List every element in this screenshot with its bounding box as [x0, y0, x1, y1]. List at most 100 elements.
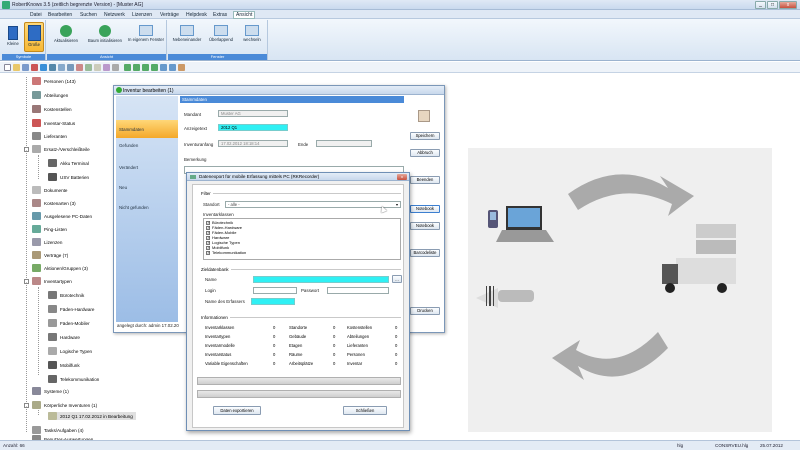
print-icon[interactable] [58, 64, 65, 71]
nav-up-icon[interactable] [160, 64, 167, 71]
abbruch-button[interactable]: Abbruch [410, 149, 440, 157]
preview-icon[interactable] [67, 64, 74, 71]
tree-item-systeme[interactable]: Systeme (1) [32, 387, 69, 395]
anzeigetext-field[interactable]: 2012 Q1 [218, 124, 288, 131]
tree-item-faeden-mobiler[interactable]: Fäden-Mobiler [48, 319, 90, 327]
nav-next-icon[interactable] [142, 64, 149, 71]
minimize-button[interactable]: _ [755, 1, 766, 9]
daten-exportieren-button[interactable]: Daten exportieren [213, 406, 261, 415]
nav-nicht-gefunden[interactable]: Nicht gefunden [119, 205, 149, 210]
nav-down-icon[interactable] [169, 64, 176, 71]
schliessen-button[interactable]: Schließen [343, 406, 387, 415]
tree-item-kostenarten[interactable]: Kostenarten (3) [32, 199, 76, 207]
tree-item-ping-listen[interactable]: Ping-Listen [32, 225, 67, 233]
tree-item-logische-typen[interactable]: Logische Typen [48, 347, 92, 355]
mandant-field[interactable]: Muster AG [218, 110, 288, 117]
delete-icon[interactable] [31, 64, 38, 71]
klasse-checkbox[interactable]: ✓ Telekommunikation [206, 250, 246, 255]
tree-item-inventar-status[interactable]: Inventar-Status [32, 119, 75, 127]
nav-prev-icon[interactable] [133, 64, 140, 71]
nav-neu[interactable]: Neu [119, 185, 127, 190]
tree-item-hardware[interactable]: Hardware [48, 333, 80, 341]
nebeneinander-button[interactable]: Nebeneinander [170, 22, 204, 42]
drucken-button[interactable]: Drucken [410, 307, 440, 315]
tree-item-abteilungen[interactable]: Abteilungen [32, 91, 68, 99]
scanner-icon [498, 290, 534, 302]
tree-item-telekommunikation[interactable]: Telekommunikation [48, 375, 99, 383]
report-icon[interactable] [103, 64, 110, 71]
notebook-button-1[interactable]: Notebook [410, 205, 440, 213]
filter-icon[interactable] [76, 64, 83, 71]
tree-item-aktionen[interactable]: Aktionen/Gruppen (3) [32, 264, 88, 272]
tree-item-tasks[interactable]: Tasks/Aufgaben (4) [32, 426, 84, 434]
menu-netzwerk[interactable]: Netzwerk [104, 12, 125, 18]
menu-datei[interactable]: Datei [30, 12, 42, 18]
tree-item-kostenstellen[interactable]: Kostenstellen [32, 105, 72, 113]
menu-lizenzen[interactable]: Lizenzen [132, 12, 152, 18]
nav-stammdaten[interactable]: Stammdaten [116, 120, 178, 138]
tree-item-usv-batterien[interactable]: USV Batterien [48, 173, 89, 181]
new-icon[interactable] [4, 64, 11, 71]
tree-item-personen[interactable]: Personen (143) [32, 77, 76, 85]
aktualisieren-button[interactable]: Aktualisieren [49, 22, 83, 43]
beenden-button[interactable]: Beenden [410, 176, 440, 184]
expander-ersatzteile[interactable]: - [24, 147, 29, 152]
browse-button[interactable]: ... [392, 275, 402, 283]
menu-vertraege[interactable]: Verträge [160, 12, 179, 18]
tree-item-inventur-2012[interactable]: 2012 Q1 17.02.2012 in Bearbeitung [48, 412, 136, 420]
tree-item-ersatzteile[interactable]: Ersatz-/Verschleißteile [32, 145, 90, 153]
refresh-small-icon[interactable] [94, 64, 101, 71]
document-preview-icon[interactable] [418, 110, 430, 122]
nav-first-icon[interactable] [124, 64, 131, 71]
ende-field[interactable] [316, 140, 372, 147]
nav-last-icon[interactable] [151, 64, 158, 71]
tree-item-pc-daten[interactable]: Ausgelesene PC-Daten [32, 212, 92, 220]
tree-item-inventuren[interactable]: Körperliche Inventuren (1) [32, 401, 97, 409]
search-icon[interactable] [85, 64, 92, 71]
baum-initialisieren-button[interactable]: Baum initialisieren [83, 22, 127, 43]
save-icon[interactable] [40, 64, 47, 71]
kleine-button[interactable]: Kleine [4, 22, 22, 52]
tree-item-akku-terminal[interactable]: Akku Terminal [48, 159, 89, 167]
expander-inventartypen[interactable]: - [24, 279, 29, 284]
info-value: 0 [333, 343, 336, 348]
expander-inventuren[interactable]: - [24, 403, 29, 408]
tree-item-vertraege[interactable]: Verträge (7) [32, 251, 68, 259]
login-field[interactable] [253, 287, 297, 294]
bookmark-icon[interactable] [178, 64, 185, 71]
tree-item-lieferanten[interactable]: Lieferanten [32, 132, 67, 140]
inventuranfang-field[interactable]: 17.02.2012 18:18:14 [218, 140, 288, 147]
copy-icon[interactable] [49, 64, 56, 71]
menu-suchen[interactable]: Suchen [80, 12, 97, 18]
settings-icon[interactable] [112, 64, 119, 71]
eigenes-fenster-button[interactable]: In eigenem Fenster [127, 22, 165, 42]
chevron-down-icon[interactable]: ▾ [394, 202, 400, 207]
tree-item-buerotechnik[interactable]: Bürotechnik [48, 291, 84, 299]
grosse-button[interactable]: Große [24, 22, 44, 52]
tree-item-dokumente[interactable]: Dokumente [32, 186, 68, 194]
tree-item-mobilfunk[interactable]: Mobilfunk [48, 361, 80, 369]
tree-item-lizenzen[interactable]: Lizenzen [32, 238, 62, 246]
open-icon[interactable] [13, 64, 20, 71]
wechseln-button[interactable]: wechseln [238, 22, 266, 42]
close-button[interactable]: x [779, 1, 797, 9]
passwort-field[interactable] [327, 287, 389, 294]
nav-veraendert[interactable]: Verändert [119, 165, 138, 170]
tree-item-faeden-hardware[interactable]: Fäden-Hardware [48, 305, 94, 313]
export-dialog-close-button[interactable]: x [397, 174, 407, 180]
notebook-button-2[interactable]: Notebook [410, 222, 440, 230]
erfasser-field[interactable] [251, 298, 295, 305]
standort-select[interactable]: - alle - [225, 201, 401, 208]
menu-ansicht[interactable]: Ansicht [233, 11, 256, 19]
name-field[interactable] [253, 276, 389, 283]
edit-icon[interactable] [22, 64, 29, 71]
menu-extras[interactable]: Extras [213, 12, 227, 18]
menu-bearbeiten[interactable]: Bearbeiten [48, 12, 72, 18]
menu-helpdesk[interactable]: Helpdesk [186, 12, 207, 18]
maximize-button[interactable]: □ [767, 1, 778, 9]
tree-item-inventartypen[interactable]: Inventartypen [32, 277, 72, 285]
barcodeliste-button[interactable]: Barcodeliste [410, 249, 440, 257]
speichern-button[interactable]: Speichern [410, 132, 440, 140]
nav-gefunden[interactable]: Gefunden [119, 143, 138, 148]
ueberlappend-button[interactable]: Überlappend [204, 22, 238, 42]
